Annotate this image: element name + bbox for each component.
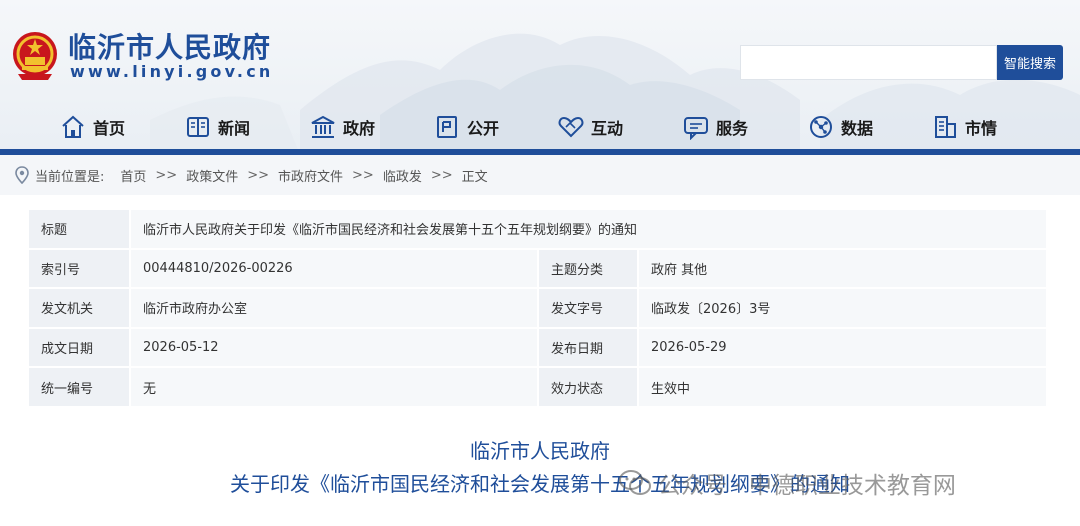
table-row: 成文日期 2026-05-12 发布日期 2026-05-29 bbox=[27, 326, 1049, 369]
newspaper-icon bbox=[187, 117, 209, 137]
meta-value: 2026-05-29 bbox=[636, 326, 1049, 369]
nav-item-news[interactable]: 新闻 bbox=[185, 108, 250, 146]
home-icon bbox=[62, 115, 84, 138]
meta-key: 主题分类 bbox=[537, 247, 639, 290]
site-title[interactable]: 临沂市人民政府 bbox=[68, 26, 271, 66]
site-url: www.linyi.gov.cn bbox=[70, 62, 274, 81]
nav-item-interaction[interactable]: 互动 bbox=[558, 108, 623, 146]
breadcrumb-separator: >> bbox=[247, 167, 270, 183]
meta-key-title: 标题 bbox=[27, 208, 131, 250]
table-row: 索引号 00444810/2026-00226 主题分类 政府 其他 bbox=[27, 247, 1049, 290]
chat-service-icon bbox=[684, 117, 708, 140]
nav-label: 服务 bbox=[716, 119, 749, 138]
breadcrumb-separator: >> bbox=[352, 167, 374, 183]
search-input[interactable] bbox=[740, 45, 997, 80]
nav-label: 数据 bbox=[841, 119, 874, 138]
breadcrumb: 当前位置是: 首页 >> 政策文件 >> 市政府文件 >> 临政发 >> 正文 bbox=[0, 155, 1080, 195]
breadcrumb-item-current: 正文 bbox=[461, 169, 488, 185]
nav-item-city-info[interactable]: 市情 bbox=[932, 108, 997, 146]
smart-search-button[interactable]: 智能搜索 bbox=[997, 45, 1063, 80]
table-row: 发文机关 临沂市政府办公室 发文字号 临政发〔2026〕3号 bbox=[27, 287, 1049, 329]
main-nav: 首页 新闻 政府 公开 互动 服务 数据 市情 bbox=[0, 108, 1080, 148]
meta-key: 索引号 bbox=[27, 247, 131, 290]
nav-item-home[interactable]: 首页 bbox=[60, 108, 125, 146]
table-row: 统一编号 无 效力状态 生效中 bbox=[27, 366, 1049, 408]
meta-value: 临政发〔2026〕3号 bbox=[636, 287, 1049, 329]
nav-label: 互动 bbox=[591, 119, 624, 138]
meta-value: 2026-05-12 bbox=[129, 326, 539, 369]
meta-value: 生效中 bbox=[636, 366, 1049, 408]
meta-key: 发文机关 bbox=[27, 287, 131, 329]
document-icon bbox=[437, 116, 457, 138]
government-building-icon bbox=[311, 115, 335, 138]
nav-item-government[interactable]: 政府 bbox=[310, 108, 375, 146]
meta-key: 发布日期 bbox=[537, 326, 639, 369]
meta-key: 效力状态 bbox=[537, 366, 639, 408]
table-row: 标题 临沂市人民政府关于印发《临沂市国民经济和社会发展第十五个五年规划纲要》的通… bbox=[27, 208, 1049, 250]
nav-label: 市情 bbox=[965, 119, 998, 138]
document-metadata-table: 标题 临沂市人民政府关于印发《临沂市国民经济和社会发展第十五个五年规划纲要》的通… bbox=[27, 208, 1049, 408]
breadcrumb-item-linzhengfa[interactable]: 临政发 bbox=[383, 166, 422, 185]
meta-key: 发文字号 bbox=[537, 287, 639, 329]
nav-item-data[interactable]: 数据 bbox=[808, 108, 873, 146]
breadcrumb-prefix: 当前位置是: bbox=[35, 169, 105, 185]
data-network-icon bbox=[810, 116, 832, 138]
breadcrumb-separator: >> bbox=[155, 167, 178, 183]
national-emblem-icon bbox=[13, 32, 57, 80]
meta-value: 00444810/2026-00226 bbox=[129, 247, 539, 290]
breadcrumb-item-home[interactable]: 首页 bbox=[120, 166, 146, 185]
document-title: 关于印发《临沂市国民经济和社会发展第十五个五年规划纲要》的通知 bbox=[230, 472, 850, 496]
handshake-icon bbox=[558, 116, 584, 138]
meta-key: 统一编号 bbox=[27, 366, 131, 408]
nav-label: 政府 bbox=[343, 119, 376, 138]
meta-value: 无 bbox=[129, 366, 539, 408]
nav-label: 新闻 bbox=[218, 119, 251, 138]
meta-value: 临沂市政府办公室 bbox=[129, 287, 539, 329]
city-building-icon bbox=[935, 116, 956, 138]
nav-label: 首页 bbox=[93, 119, 126, 138]
nav-item-public[interactable]: 公开 bbox=[434, 108, 499, 146]
meta-key: 成文日期 bbox=[27, 326, 131, 369]
document-issuing-org: 临沂市人民政府 bbox=[470, 439, 610, 463]
site-header: 临沂市人民政府 www.linyi.gov.cn 智能搜索 首页 新闻 政府 公… bbox=[0, 0, 1080, 155]
breadcrumb-separator: >> bbox=[430, 167, 453, 183]
meta-value: 政府 其他 bbox=[636, 247, 1049, 290]
breadcrumb-item-policy-docs[interactable]: 政策文件 bbox=[186, 166, 238, 185]
nav-item-service[interactable]: 服务 bbox=[683, 108, 748, 146]
nav-label: 公开 bbox=[467, 119, 500, 138]
meta-value-title: 临沂市人民政府关于印发《临沂市国民经济和社会发展第十五个五年规划纲要》的通知 bbox=[128, 208, 1049, 250]
breadcrumb-item-city-gov-docs[interactable]: 市政府文件 bbox=[278, 166, 343, 185]
location-pin-icon bbox=[15, 166, 29, 184]
